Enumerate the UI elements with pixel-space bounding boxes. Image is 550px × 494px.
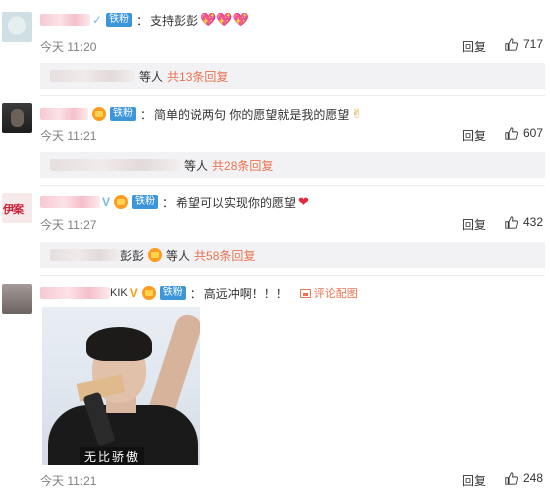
reply-count-link[interactable]: 共28条回复 [212, 157, 273, 174]
reply-suffix: 等人 [166, 248, 191, 263]
vip-crown-icon [114, 195, 129, 209]
fan-badge: 铁粉 [110, 107, 136, 121]
comment-header: ✓ 铁粉 ： 支持彭彭 💖💖💖 [40, 11, 249, 29]
verified-icon: V [129, 286, 138, 300]
reply-name-tail: 彭彭 [120, 248, 145, 263]
commenter-avatar[interactable] [2, 12, 32, 42]
divider [40, 95, 545, 96]
reply-suffix: 等人 [184, 158, 209, 173]
reply-button[interactable]: 回复 [462, 216, 486, 233]
comment-time: 今天 11:20 [40, 40, 97, 54]
red-heart-emoji: ❤ [298, 194, 309, 209]
commenter-avatar[interactable] [2, 103, 32, 133]
like-button[interactable]: 607 [505, 126, 543, 140]
comment-header: 铁粉 ： 简单的说两句 你的愿望就是我的愿望 ✌ [40, 105, 362, 123]
reply-button[interactable]: 回复 [462, 38, 486, 55]
username-blurred[interactable] [40, 287, 110, 299]
like-button[interactable]: 717 [505, 37, 543, 51]
comment-time: 今天 11:21 [40, 129, 97, 143]
fan-badge: 铁粉 [132, 195, 159, 209]
image-caption: 无比骄傲 [80, 447, 145, 465]
commenter-avatar[interactable] [2, 284, 32, 314]
divider [40, 185, 545, 186]
reply-username-blurred [50, 70, 135, 82]
reply-suffix: 等人 [139, 69, 164, 84]
reply-username-blurred [50, 249, 120, 261]
like-button[interactable]: 248 [505, 471, 543, 485]
like-count: 248 [523, 471, 544, 485]
reply-summary[interactable]: 等人 共13条回复 [40, 63, 545, 89]
thumb-up-icon [505, 215, 518, 229]
username-blurred[interactable] [40, 196, 100, 208]
like-count: 607 [523, 126, 544, 140]
reply-summary[interactable]: 彭彭 等人 共58条回复 [40, 242, 545, 268]
vip-crown-icon [141, 286, 156, 300]
username-blurred[interactable] [40, 108, 88, 120]
like-button[interactable]: 432 [505, 215, 543, 229]
fan-badge: 铁粉 [106, 13, 133, 27]
reply-button[interactable]: 回复 [462, 127, 486, 144]
thumb-up-icon [505, 37, 518, 51]
vip-crown-icon [92, 107, 106, 121]
comment-header: KIK V 铁粉 ： 高远冲啊！！！ 评论配图 [40, 284, 358, 302]
divider [40, 275, 545, 276]
colon: ： [136, 13, 149, 28]
reply-button[interactable]: 回复 [462, 472, 486, 489]
reply-count-link[interactable]: 共13条回复 [167, 68, 228, 85]
comment-image[interactable]: 无比骄傲 [42, 307, 200, 465]
comment-text: 简单的说两句 你的愿望就是我的愿望 [154, 107, 350, 122]
victory-hand-emoji: ✌ [351, 106, 363, 121]
verified-icon: V [102, 195, 111, 209]
colon: ： [162, 195, 175, 210]
colon: ： [189, 286, 202, 301]
username-blurred[interactable] [40, 14, 90, 26]
comment-header: V 铁粉 ： 希望可以实现你的愿望 ❤ [40, 193, 309, 211]
username-tail[interactable]: KIK [110, 287, 128, 299]
thumb-up-icon [505, 126, 518, 140]
thumb-up-icon [505, 471, 518, 485]
comment-text: 高远冲啊！！！ [203, 286, 288, 301]
commenter-avatar[interactable]: 伊案 [2, 193, 32, 223]
comment-image-button[interactable]: 评论配图 [299, 285, 358, 301]
like-count: 717 [523, 37, 544, 51]
heart-emoji: 💖💖💖 [200, 12, 249, 27]
comment-time: 今天 11:27 [40, 218, 97, 232]
verified-icon: ✓ [92, 13, 103, 27]
reply-count-link[interactable]: 共58条回复 [194, 247, 255, 264]
fan-badge: 铁粉 [159, 286, 186, 300]
reply-username-blurred [50, 159, 180, 171]
comment-time: 今天 11:21 [40, 474, 97, 488]
comment-text: 希望可以实现你的愿望 [176, 195, 297, 210]
person-hair [86, 327, 152, 361]
comment-image-label: 评论配图 [313, 288, 358, 300]
like-count: 432 [523, 215, 544, 229]
image-icon [299, 288, 311, 298]
colon: ： [140, 107, 153, 122]
reply-summary[interactable]: 等人 共28条回复 [40, 152, 545, 178]
comment-text: 支持彭彭 [150, 13, 199, 28]
vip-crown-icon [148, 248, 163, 262]
avatar-text: 伊案 [3, 203, 24, 216]
